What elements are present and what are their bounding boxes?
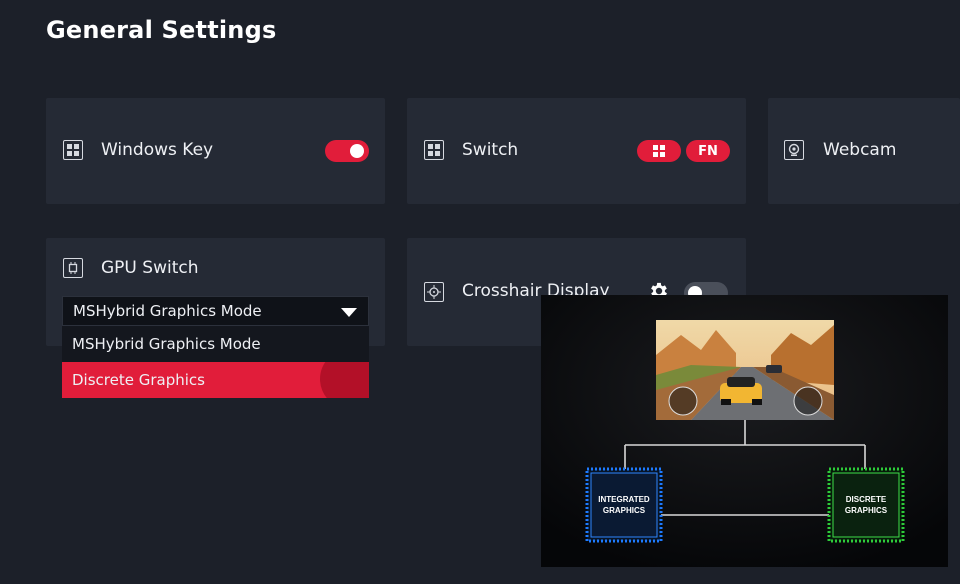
caret-down-icon	[341, 308, 357, 317]
windows-key-toggle[interactable]	[325, 140, 369, 162]
windows-icon	[63, 140, 83, 160]
game-screenshot	[656, 320, 834, 420]
webcam-label: Webcam	[823, 140, 897, 160]
windows-key-label: Windows Key	[101, 140, 214, 160]
option-label: MSHybrid Graphics Mode	[72, 335, 261, 353]
chip-icon	[63, 258, 83, 278]
dropdown-selected-text: MSHybrid Graphics Mode	[73, 302, 262, 320]
discrete-label-line1: DISCRETE	[846, 495, 887, 504]
toggle-knob	[350, 144, 364, 158]
discrete-label-line2: GRAPHICS	[845, 506, 888, 515]
integrated-label-line1: INTEGRATED	[598, 495, 650, 504]
gpu-mode-dropdown[interactable]: MSHybrid Graphics Mode MSHybrid Graphics…	[62, 296, 369, 398]
dropdown-option-discrete[interactable]: Discrete Graphics	[62, 362, 369, 398]
page-title: General Settings	[46, 16, 277, 44]
dropdown-selected[interactable]: MSHybrid Graphics Mode	[62, 296, 369, 326]
webcam-icon	[784, 140, 804, 160]
webcam-card: Webcam	[768, 98, 960, 204]
integrated-graphics-chip: INTEGRATED GRAPHICS	[585, 467, 663, 543]
dropdown-option-mshybrid[interactable]: MSHybrid Graphics Mode	[62, 326, 369, 362]
windows-icon	[653, 145, 665, 157]
option-label: Discrete Graphics	[72, 371, 205, 389]
integrated-label-line2: GRAPHICS	[603, 506, 646, 515]
crosshair-icon	[424, 282, 444, 302]
discrete-graphics-chip: DISCRETE GRAPHICS	[827, 467, 905, 543]
switch-fn-option[interactable]: FN	[686, 140, 730, 162]
switch-card: Switch FN	[407, 98, 746, 204]
windows-icon	[424, 140, 444, 160]
switch-windows-option[interactable]	[637, 140, 681, 162]
click-ripple	[320, 362, 369, 398]
switch-label: Switch	[462, 140, 519, 160]
gpu-switch-label: GPU Switch	[101, 258, 199, 278]
windows-key-card: Windows Key	[46, 98, 385, 204]
gpu-diagram: INTEGRATED GRAPHICS DISCRETE GRAPHICS	[541, 295, 948, 567]
